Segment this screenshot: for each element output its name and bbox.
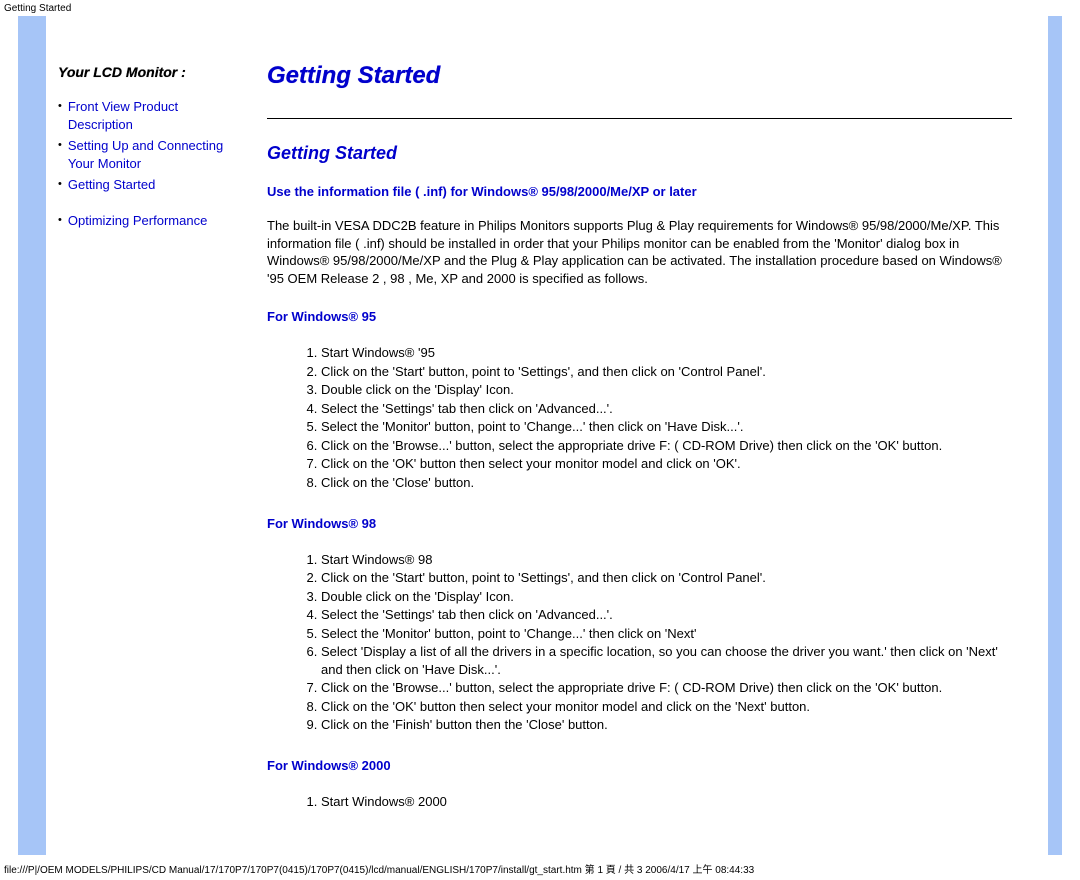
sidebar-item-getting-started[interactable]: • Getting Started	[58, 176, 241, 194]
sidebar-item-optimizing[interactable]: • Optimizing Performance	[58, 212, 241, 230]
sidebar-item-front-view[interactable]: • Front View Product Description	[58, 98, 241, 133]
nav-link-getting-started[interactable]: Getting Started	[68, 176, 155, 194]
step-item: Click on the 'Finish' button then the 'C…	[321, 716, 1012, 734]
sidebar-title: Your LCD Monitor :	[58, 64, 241, 80]
bullet-icon: •	[58, 99, 62, 114]
nav-link-front-view[interactable]: Front View Product Description	[68, 98, 241, 133]
content-area: Getting Started Getting Started Use the …	[251, 16, 1048, 855]
step-item: Start Windows® '95	[321, 344, 1012, 362]
step-item: Select the 'Settings' tab then click on …	[321, 400, 1012, 418]
step-item: Click on the 'Close' button.	[321, 474, 1012, 492]
right-accent-stripe	[1048, 16, 1062, 855]
subsection-heading: Use the information file ( .inf) for Win…	[267, 184, 1012, 199]
title-divider	[267, 118, 1012, 119]
step-item: Click on the 'OK' button then select you…	[321, 455, 1012, 473]
sidebar-nav: • Front View Product Description • Setti…	[58, 98, 241, 229]
bullet-icon: •	[58, 138, 62, 153]
nav-link-setting-up[interactable]: Setting Up and Connecting Your Monitor	[68, 137, 241, 172]
steps-list: Start Windows® '95Click on the 'Start' b…	[267, 344, 1012, 491]
main-container: Your LCD Monitor : • Front View Product …	[0, 16, 1080, 855]
section-title: Getting Started	[267, 143, 1012, 164]
step-item: Double click on the 'Display' Icon.	[321, 381, 1012, 399]
nav-spacer	[58, 198, 241, 212]
step-item: Start Windows® 2000	[321, 793, 1012, 811]
footer-path: file:///P|/OEM MODELS/PHILIPS/CD Manual/…	[0, 855, 1080, 880]
window-title: Getting Started	[0, 0, 1080, 16]
step-item: Select the 'Monitor' button, point to 'C…	[321, 625, 1012, 643]
step-item: Select the 'Settings' tab then click on …	[321, 606, 1012, 624]
os-heading: For Windows® 2000	[267, 758, 1012, 773]
os-heading: For Windows® 95	[267, 309, 1012, 324]
step-item: Click on the 'Browse...' button, select …	[321, 679, 1012, 697]
sidebar: Your LCD Monitor : • Front View Product …	[46, 16, 251, 855]
bullet-icon: •	[58, 213, 62, 228]
steps-list: Start Windows® 98Click on the 'Start' bu…	[267, 551, 1012, 734]
sidebar-item-setting-up[interactable]: • Setting Up and Connecting Your Monitor	[58, 137, 241, 172]
page-title: Getting Started	[267, 62, 1012, 90]
os-heading: For Windows® 98	[267, 516, 1012, 531]
step-item: Click on the 'OK' button then select you…	[321, 698, 1012, 716]
step-item: Select 'Display a list of all the driver…	[321, 643, 1012, 678]
left-accent-stripe	[18, 16, 46, 855]
nav-link-optimizing[interactable]: Optimizing Performance	[68, 212, 207, 230]
step-item: Start Windows® 98	[321, 551, 1012, 569]
step-item: Click on the 'Start' button, point to 'S…	[321, 569, 1012, 587]
step-item: Double click on the 'Display' Icon.	[321, 588, 1012, 606]
step-item: Select the 'Monitor' button, point to 'C…	[321, 418, 1012, 436]
intro-paragraph: The built-in VESA DDC2B feature in Phili…	[267, 217, 1012, 287]
steps-list: Start Windows® 2000	[267, 793, 1012, 811]
step-item: Click on the 'Start' button, point to 'S…	[321, 363, 1012, 381]
bullet-icon: •	[58, 177, 62, 192]
step-item: Click on the 'Browse...' button, select …	[321, 437, 1012, 455]
